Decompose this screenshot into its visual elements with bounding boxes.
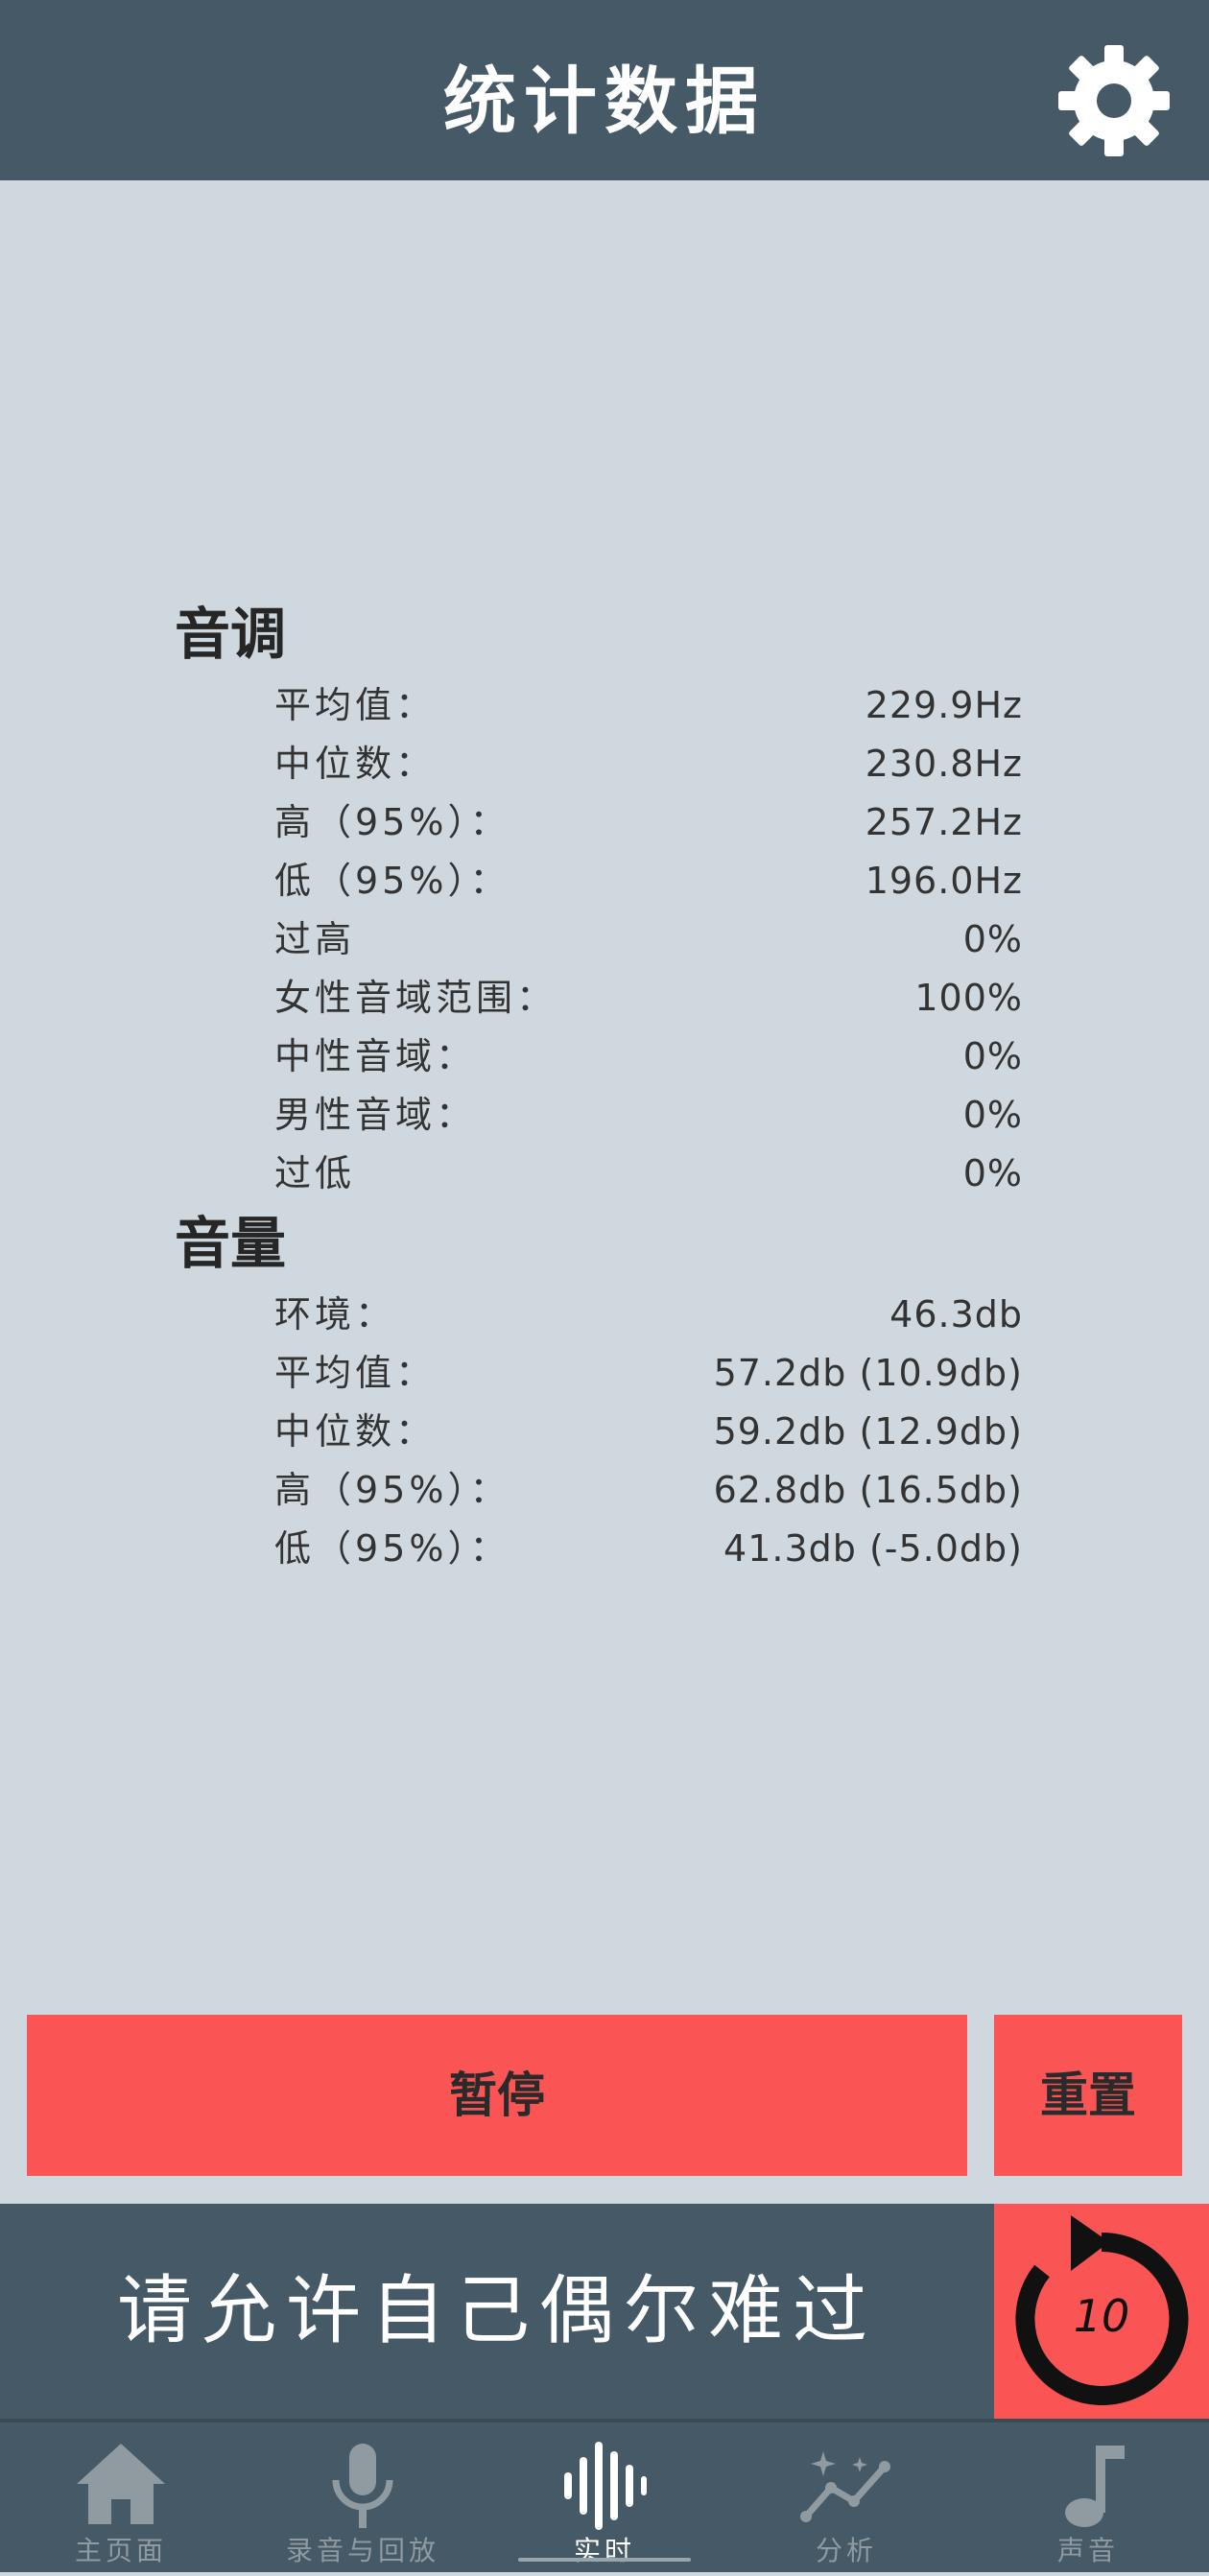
quote-text: 请允许自己偶尔难过 xyxy=(116,2268,877,2354)
stat-value: 257.2Hz xyxy=(865,801,1023,843)
analysis-icon xyxy=(800,2451,890,2522)
pitch-row-too-low: 过低 0% xyxy=(274,1145,1023,1202)
stat-value: 100% xyxy=(914,977,1023,1019)
nav-item-voice[interactable]: 声音 xyxy=(967,2422,1209,2576)
stat-label: 中性音域： xyxy=(274,1035,477,1077)
stat-value: 0% xyxy=(962,918,1023,960)
stat-label: 环境： xyxy=(274,1293,396,1335)
stat-label: 男性音域： xyxy=(274,1094,477,1136)
pitch-row-high: 高（95%）： 257.2Hz xyxy=(274,793,1023,851)
volume-row-high: 高（95%）： 62.8db (16.5db) xyxy=(274,1461,1023,1519)
stat-value: 0% xyxy=(962,1094,1023,1136)
nav-label: 实时 xyxy=(573,2535,635,2566)
stat-label: 过低 xyxy=(274,1152,356,1194)
volume-section-title: 音量 xyxy=(175,1211,287,1276)
stat-label: 低（95%）： xyxy=(274,860,510,902)
stat-value: 229.9Hz xyxy=(865,684,1023,726)
music-note-icon xyxy=(1065,2446,1125,2527)
nav-label: 分析 xyxy=(815,2535,877,2566)
stat-value: 41.3db (-5.0db) xyxy=(723,1527,1023,1570)
settings-button[interactable] xyxy=(1055,42,1173,159)
stat-label: 高（95%）： xyxy=(274,801,510,843)
stat-value: 62.8db (16.5db) xyxy=(713,1469,1023,1511)
volume-row-median: 中位数： 59.2db (12.9db) xyxy=(274,1403,1023,1460)
pitch-row-average: 平均值： 229.9Hz xyxy=(274,676,1023,734)
stat-label: 中位数： xyxy=(274,743,437,785)
bottom-navigation: 主页面 录音与回放 实时 分析 声音 xyxy=(0,2419,1209,2572)
quote-banner: 请允许自己偶尔难过 xyxy=(0,2204,994,2419)
stat-value: 57.2db (10.9db) xyxy=(713,1352,1023,1394)
app-header: 统计数据 xyxy=(0,0,1209,180)
page-title: 统计数据 xyxy=(443,59,766,144)
stat-value: 0% xyxy=(962,1035,1023,1077)
pitch-row-low: 低（95%）： 196.0Hz xyxy=(274,852,1023,910)
pitch-row-too-high: 过高 0% xyxy=(274,910,1023,968)
nav-item-realtime[interactable]: 实时 xyxy=(484,2422,725,2576)
stat-label: 平均值： xyxy=(274,684,437,726)
stat-label: 女性音域范围： xyxy=(274,977,557,1019)
stat-label: 中位数： xyxy=(274,1410,437,1453)
home-icon xyxy=(77,2444,165,2524)
home-indicator xyxy=(518,2558,691,2562)
volume-row-ambient: 环境： 46.3db xyxy=(274,1286,1023,1343)
volume-row-average: 平均值： 57.2db (10.9db) xyxy=(274,1344,1023,1402)
replay-10-button[interactable]: 10 xyxy=(994,2204,1209,2419)
waveform-icon xyxy=(564,2442,647,2530)
stat-value: 59.2db (12.9db) xyxy=(713,1410,1023,1453)
nav-item-analysis[interactable]: 分析 xyxy=(725,2422,967,2576)
volume-row-low: 低（95%）： 41.3db (-5.0db) xyxy=(274,1520,1023,1577)
nav-label: 主页面 xyxy=(74,2535,167,2566)
stat-value: 46.3db xyxy=(889,1293,1023,1335)
microphone-icon xyxy=(332,2444,393,2528)
gear-icon xyxy=(1058,45,1170,156)
stat-label: 过高 xyxy=(274,918,356,960)
nav-label: 声音 xyxy=(1056,2535,1119,2566)
nav-item-record-playback[interactable]: 录音与回放 xyxy=(242,2422,484,2576)
pause-button[interactable]: 暂停 xyxy=(27,2015,967,2176)
reset-button[interactable]: 重置 xyxy=(994,2015,1182,2176)
stat-value: 230.8Hz xyxy=(865,743,1023,785)
stat-label: 低（95%）： xyxy=(274,1527,510,1570)
stat-value: 196.0Hz xyxy=(865,860,1023,902)
nav-label: 录音与回放 xyxy=(285,2535,439,2566)
stat-label: 高（95%）： xyxy=(274,1469,510,1511)
nav-item-home[interactable]: 主页面 xyxy=(0,2422,242,2576)
pitch-section-title: 音调 xyxy=(175,602,287,667)
pitch-row-male-range: 男性音域： 0% xyxy=(274,1086,1023,1144)
pitch-row-median: 中位数： 230.8Hz xyxy=(274,735,1023,792)
stat-value: 0% xyxy=(962,1152,1023,1194)
stat-label: 平均值： xyxy=(274,1352,437,1394)
replay-seconds: 10 xyxy=(1073,2290,1130,2342)
pitch-row-neutral-range: 中性音域： 0% xyxy=(274,1028,1023,1085)
pitch-row-female-range: 女性音域范围： 100% xyxy=(274,969,1023,1027)
